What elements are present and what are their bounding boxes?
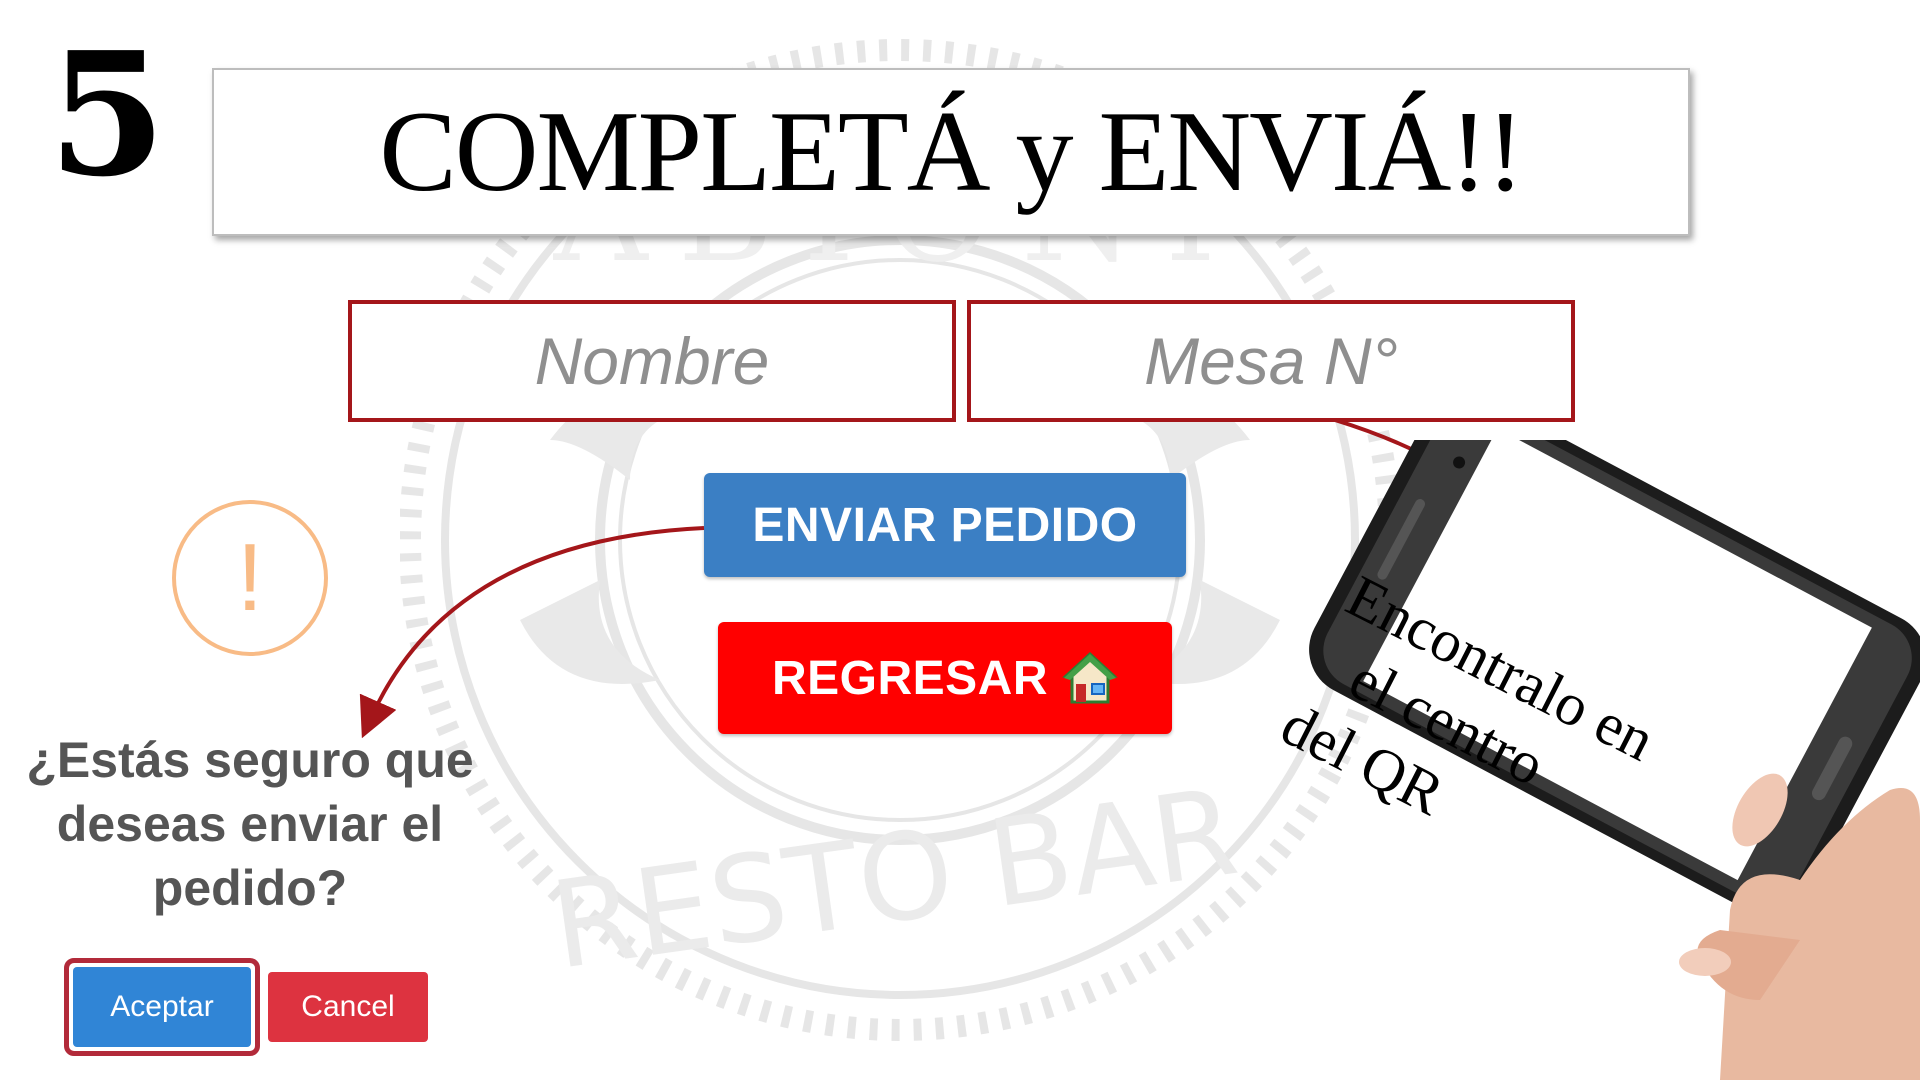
cancel-button[interactable]: Cancel xyxy=(268,972,428,1042)
warning-icon: ! xyxy=(172,500,328,656)
confirm-message: ¿Estás seguro que deseas enviar el pedid… xyxy=(26,732,474,916)
aceptar-button[interactable]: Aceptar xyxy=(73,967,251,1047)
warning-mark: ! xyxy=(236,524,264,631)
arrow-to-alert xyxy=(359,526,705,739)
cancel-label: Cancel xyxy=(301,990,395,1023)
aceptar-label: Aceptar xyxy=(110,990,214,1023)
aceptar-highlight: Aceptar xyxy=(64,958,260,1056)
